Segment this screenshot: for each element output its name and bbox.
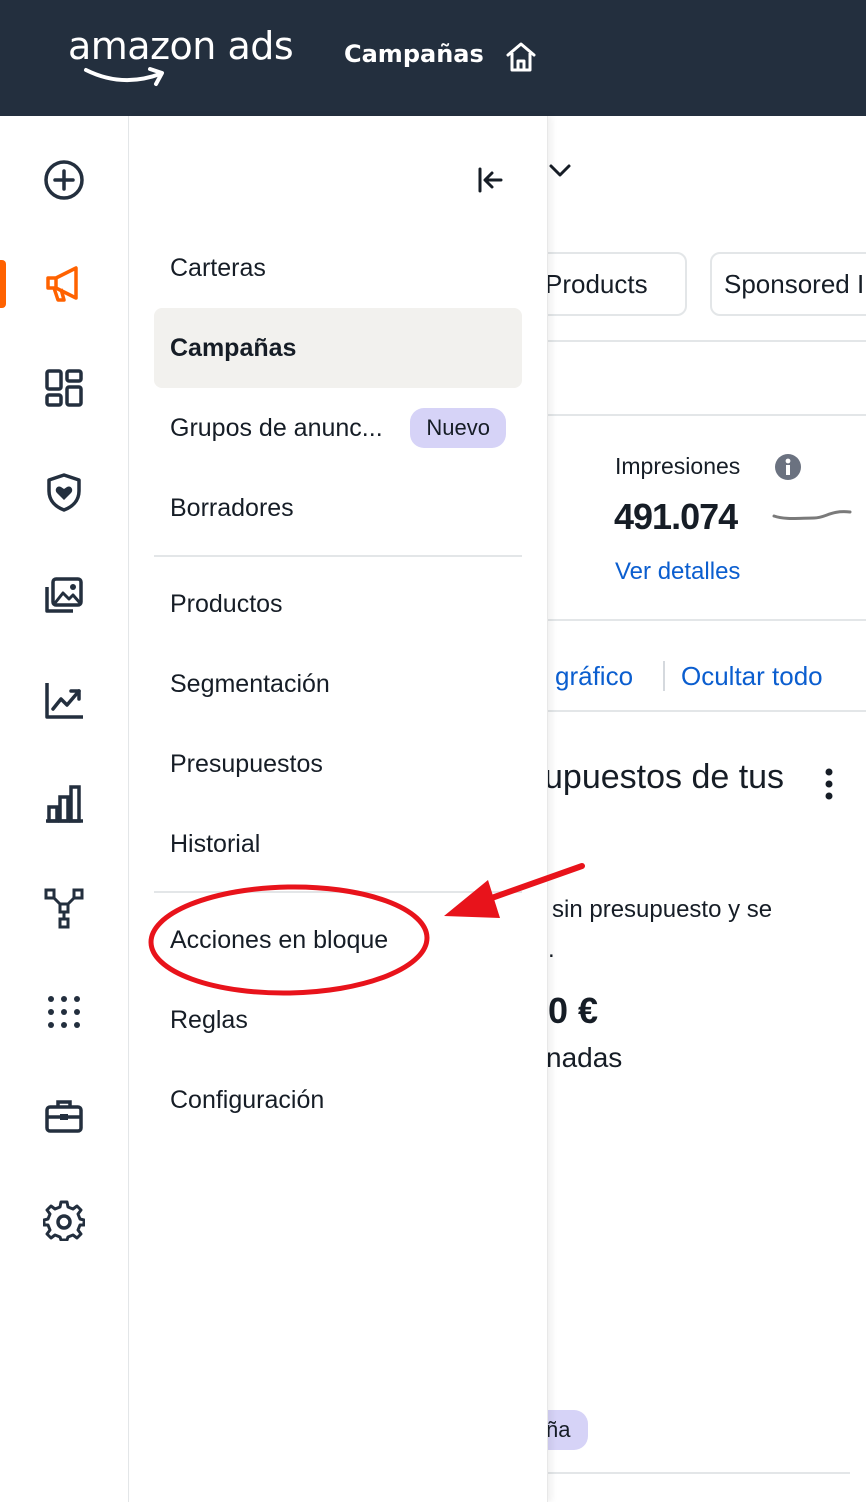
divider [548, 710, 866, 712]
menu-item-campanas[interactable]: Campañas [154, 308, 522, 388]
divider [548, 619, 866, 621]
shield-heart-icon[interactable] [40, 468, 88, 516]
collapse-menu-icon[interactable] [470, 160, 510, 200]
hide-all-link[interactable]: Ocultar todo [681, 661, 823, 692]
section-title: upuestos de tus [548, 758, 785, 796]
link-separator [663, 661, 665, 691]
campaigns-flyout-menu: Carteras Campañas Grupos de anunc... Nue… [130, 116, 548, 1502]
left-icon-rail [0, 116, 129, 1502]
divider [548, 1472, 850, 1474]
menu-item-segmentacion[interactable]: Segmentación [154, 644, 522, 724]
smile-arrow-icon [84, 67, 164, 86]
bar-chart-icon[interactable] [40, 780, 88, 828]
budget-text: sin presupuesto y se [552, 896, 773, 923]
home-icon[interactable] [504, 40, 538, 74]
more-options-icon[interactable] [816, 766, 842, 802]
grid-dots-icon[interactable] [40, 988, 88, 1036]
network-icon[interactable] [40, 884, 88, 932]
amazon-ads-logo[interactable]: amazon ads [68, 24, 308, 94]
menu-item-reglas[interactable]: Reglas [154, 980, 522, 1060]
menu-item-presupuestos[interactable]: Presupuestos [154, 724, 522, 804]
metric-value: 491.074 [614, 496, 738, 537]
chevron-down-icon[interactable] [548, 162, 574, 182]
page-title: Campañas [344, 40, 484, 68]
megaphone-icon[interactable] [40, 260, 88, 308]
budget-caption: nadas [548, 1042, 623, 1073]
settings-gear-icon[interactable] [40, 1196, 88, 1244]
chart-link[interactable]: l gráfico [548, 661, 633, 692]
menu-item-grupos-de-anuncios[interactable]: Grupos de anunc... Nuevo [154, 388, 522, 468]
view-details-link[interactable]: Ver detalles [615, 558, 740, 586]
trend-chart-icon[interactable] [40, 676, 88, 724]
menu-divider [154, 891, 522, 893]
active-indicator [0, 260, 6, 308]
dashboard-icon[interactable] [40, 364, 88, 412]
metric-label: Impresiones [615, 453, 741, 479]
tab-sponsored-brands[interactable]: Sponsored I [710, 252, 866, 316]
plus-circle-icon[interactable] [40, 156, 88, 204]
tab-sponsored-products[interactable]: l Products [548, 252, 687, 316]
logo-text: amazon ads [68, 24, 294, 68]
sparkline [772, 510, 852, 520]
top-navigation-bar: amazon ads Campañas [0, 0, 866, 116]
new-badge: Nuevo [410, 408, 506, 448]
menu-item-borradores[interactable]: Borradores [154, 468, 522, 548]
menu-item-historial[interactable]: Historial [154, 804, 522, 884]
divider [548, 340, 866, 342]
budget-text-continued: . [548, 936, 555, 963]
divider [548, 414, 866, 416]
menu-item-configuracion[interactable]: Configuración [154, 1060, 522, 1140]
menu-item-productos[interactable]: Productos [154, 564, 522, 644]
menu-item-acciones-en-bloque[interactable]: Acciones en bloque [154, 900, 522, 980]
menu-divider [154, 555, 522, 557]
menu-item-carteras[interactable]: Carteras [154, 228, 522, 308]
briefcase-icon[interactable] [40, 1092, 88, 1140]
images-icon[interactable] [40, 572, 88, 620]
campaigns-content-background: l Products Sponsored I Impresiones 491.0… [548, 116, 866, 1502]
status-tag: ña [548, 1410, 588, 1450]
budget-amount: 0 € [548, 990, 599, 1031]
info-icon[interactable] [773, 452, 803, 482]
